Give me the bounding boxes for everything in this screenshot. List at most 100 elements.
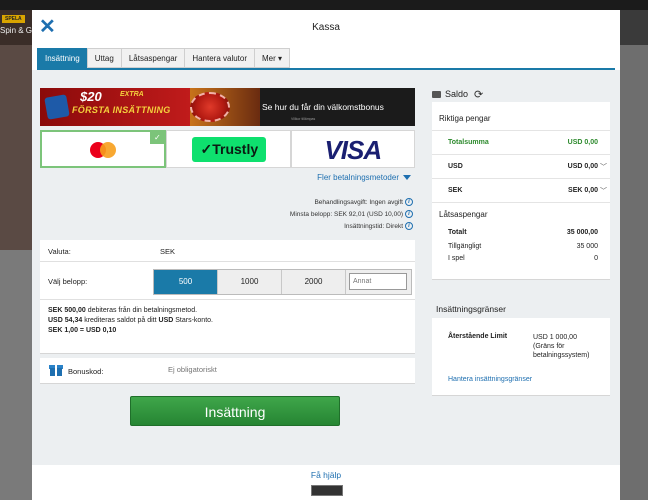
real-money-title: Riktiga pengar (439, 114, 491, 123)
min-amount-line: Minsta belopp: SEK 92,01 (USD 10,00) i (290, 209, 413, 221)
summary-charge-amount: SEK 500,00 (48, 307, 86, 314)
trustly-logo: ✓Trustly (192, 137, 267, 162)
banner-amount: $20 (80, 89, 102, 104)
amount-1000-button[interactable]: 1000 (218, 270, 282, 294)
play-money-rows: Totalt 35 000,00 Tillgängligt 35 000 I spe… (432, 226, 610, 264)
background-top-bar (0, 0, 648, 10)
deposit-limits-box: Återstående Limit USD 1 000,00 (Gräns fö… (432, 318, 610, 396)
amount-selector: 500 1000 2000 (153, 269, 412, 295)
currency-value: SEK (160, 247, 176, 256)
play-total-value: 35 000,00 (566, 229, 598, 236)
summary-line-1: SEK 500,00 debiteras från din betalnings… (48, 306, 213, 316)
bonus-code-input[interactable] (168, 365, 368, 374)
mastercard-logo-icon (90, 142, 116, 158)
background-left-lower (0, 250, 32, 500)
banner-terms: Villkor tillämpas (291, 117, 316, 121)
gift-icon (49, 364, 63, 376)
play-available-row: Tillgängligt 35 000 (432, 240, 610, 252)
checkmark-icon: ✓ (150, 132, 165, 144)
deposit-time-text: Insättningstid: Direkt (344, 223, 403, 230)
bonus-code-row: Bonuskod: (40, 358, 415, 384)
balance-total-value: USD 0,00 (567, 139, 598, 146)
tab-more[interactable]: Mer ▾ (254, 48, 291, 68)
fee-line: Behandlingsavgift: Ingen avgift i (290, 197, 413, 209)
wallet-icon (432, 91, 441, 98)
content-area: $20 EXTRA FÖRSTA INSÄTTNING Se hur du få… (32, 70, 620, 465)
balance-usd-value: USD 0,00 (567, 163, 598, 170)
balance-title: Saldo (445, 88, 469, 99)
divider (432, 202, 610, 203)
play-money-title: Låtsaspengar (439, 210, 488, 219)
remaining-limit-amount: USD 1 000,00 (533, 334, 577, 341)
poker-chip-icon (190, 92, 230, 122)
payment-methods: ✓ ✓Trustly VISA (40, 130, 415, 168)
more-payment-methods-link[interactable]: Fler betalningsmetoder (317, 173, 411, 182)
tab-play-money[interactable]: Låtsaspengar (120, 48, 185, 68)
banner-text: Se hur du får din välkomstbonus (262, 102, 384, 112)
bonus-code-label: Bonuskod: (68, 367, 104, 376)
summary-credit-currency: USD (158, 317, 174, 324)
balance-row-sek[interactable]: SEK SEK 0,00 ﹀ (432, 178, 610, 202)
play-available-label: Tillgängligt (448, 243, 482, 250)
manage-limits-link[interactable]: Hantera insättningsgränser (448, 376, 532, 383)
remaining-limit-note-2: betalningssystem) (533, 352, 590, 359)
deposit-button[interactable]: Insättning (130, 396, 340, 426)
summary-exchange-rate: SEK 1,00 = USD 0,10 (48, 327, 117, 334)
play-in-game-row: I spel 0 (432, 252, 610, 264)
refresh-icon[interactable]: ⟳ (474, 88, 483, 101)
background-spin-text: Spin & G (0, 26, 33, 35)
remaining-limit-note-1: (Gräns för (533, 343, 565, 350)
footer-logo-icon (311, 485, 343, 496)
info-icon[interactable]: i (405, 222, 413, 231)
currency-row: Valuta: SEK (40, 240, 415, 262)
balance-box: Riktiga pengar Totalsumma USD 0,00 USD U… (432, 102, 610, 280)
balance-sek-value: SEK 0,00 (568, 187, 598, 194)
deposit-form: Valuta: SEK Välj belopp: 500 1000 2000 A… (40, 240, 415, 354)
cashier-modal: ✕ Kassa Insättning Uttag Låtsaspengar Ha… (32, 10, 620, 500)
deposit-time-line: Insättningstid: Direkt i (290, 221, 413, 233)
play-available-value: 35 000 (576, 243, 598, 250)
play-in-game-value: 0 (594, 255, 598, 262)
pokerstars-logo-icon (44, 94, 70, 120)
tab-bar: Insättning Uttag Låtsaspengar Hantera va… (37, 48, 291, 68)
deposit-limits-title: Insättningsgränser (436, 304, 506, 314)
method-visa[interactable]: VISA (290, 130, 415, 168)
method-trustly[interactable]: ✓Trustly (166, 130, 291, 168)
summary-credit-text: krediteras saldot på ditt (82, 317, 159, 324)
chevron-down-icon: ﹀ (600, 188, 607, 195)
trustly-label: Trustly (212, 141, 259, 157)
summary-credit-amount: USD 54,34 (48, 317, 83, 324)
modal-title: Kassa (312, 22, 340, 33)
remaining-limit-label: Återstående Limit (448, 333, 508, 340)
balance-sek-label: SEK (448, 187, 463, 194)
background-right (620, 10, 648, 500)
modal-header: ✕ Kassa (32, 10, 620, 46)
caret-down-icon: ▾ (278, 54, 283, 63)
tab-deposit[interactable]: Insättning (37, 48, 87, 68)
play-in-game-label: I spel (448, 255, 465, 262)
method-mastercard[interactable]: ✓ (40, 130, 167, 168)
tab-more-label: Mer (262, 54, 276, 63)
amount-2000-button[interactable]: 2000 (282, 270, 346, 294)
modal-footer: Få hjälp (32, 465, 620, 500)
balance-usd-label: USD (448, 163, 463, 170)
remaining-limit-value: USD 1 000,00 (Gräns för betalningssystem… (533, 333, 589, 360)
info-icon[interactable]: i (405, 210, 413, 219)
amount-label: Välj belopp: (48, 277, 88, 286)
banner-first-deposit: FÖRSTA INSÄTTNING (72, 105, 171, 115)
help-link[interactable]: Få hjälp (32, 470, 620, 480)
trustly-check-icon: ✓ (200, 141, 213, 157)
balance-row-usd[interactable]: USD USD 0,00 ﹀ (432, 154, 610, 178)
currency-label: Valuta: (48, 247, 71, 256)
tab-withdraw[interactable]: Uttag (86, 48, 121, 68)
balance-row-total: Totalsumma USD 0,00 (432, 130, 610, 154)
other-amount-input[interactable] (349, 273, 407, 290)
tab-manage-currencies[interactable]: Hantera valutor (184, 48, 255, 68)
amount-500-button[interactable]: 500 (154, 270, 218, 294)
info-icon[interactable]: i (405, 198, 413, 207)
background-spela-badge: SPELA (2, 15, 25, 23)
fees-info: Behandlingsavgift: Ingen avgift i Minsta … (290, 197, 413, 233)
promo-banner[interactable]: $20 EXTRA FÖRSTA INSÄTTNING Se hur du få… (40, 88, 415, 126)
visa-logo: VISA (324, 135, 382, 165)
summary-line-3: SEK 1,00 = USD 0,10 (48, 326, 213, 336)
